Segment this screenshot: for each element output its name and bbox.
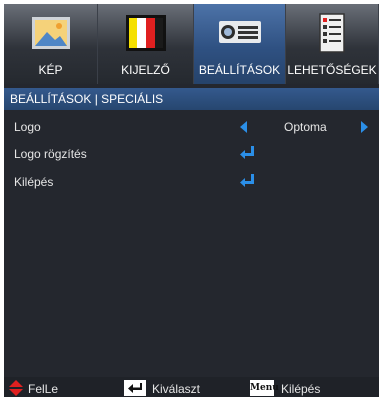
menu-key-icon: Menu	[250, 380, 279, 396]
enter-icon	[240, 174, 254, 187]
menu-row-logo[interactable]: Logo Optoma	[4, 113, 379, 139]
hint-label: Kilépés	[281, 382, 321, 396]
hint-select: Kiválaszt	[124, 380, 224, 396]
enter-key-icon	[124, 380, 146, 396]
tab-label: BEÁLLÍTÁSOK	[198, 63, 281, 77]
tab-beallitasok[interactable]: BEÁLLÍTÁSOK	[194, 4, 286, 84]
row-label: Logo rögzítés	[14, 147, 87, 161]
osd-menu: KÉP KIJELZŐ BEÁLLÍTÁSOK LEHETŐSÉGEK BEÁL…	[4, 4, 379, 397]
footer-hints: FelLe Kiválaszt Menu Kilépés	[4, 377, 379, 397]
tab-kep[interactable]: KÉP	[4, 4, 98, 84]
row-value: Optoma	[284, 120, 327, 134]
hint-label: Kiválaszt	[152, 382, 201, 396]
row-label: Logo	[14, 120, 41, 134]
hint-menu: Menu Kilépés	[250, 380, 360, 396]
tab-label: KIJELZŐ	[121, 63, 170, 77]
arrow-left-icon[interactable]	[240, 121, 247, 133]
display-icon	[125, 15, 166, 51]
breadcrumb: BEÁLLÍTÁSOK | SPECIÁLIS	[4, 88, 379, 110]
tab-bar: KÉP KIJELZŐ BEÁLLÍTÁSOK LEHETŐSÉGEK	[4, 4, 379, 84]
tab-label: KÉP	[38, 63, 63, 77]
row-label: Kilépés	[14, 175, 54, 189]
tab-kijelzo[interactable]: KIJELZŐ	[98, 4, 194, 84]
updown-arrows-icon	[9, 380, 23, 396]
hint-updown: FelLe	[8, 380, 88, 396]
enter-icon	[240, 146, 254, 159]
menu-row-exit[interactable]: Kilépés	[4, 168, 379, 194]
projector-icon	[218, 21, 261, 43]
menu-row-logo-capture[interactable]: Logo rögzítés	[4, 140, 379, 166]
arrow-right-icon[interactable]	[361, 121, 368, 133]
options-icon	[319, 13, 345, 53]
tab-lehetosegek[interactable]: LEHETŐSÉGEK	[286, 4, 379, 84]
tab-label: LEHETŐSÉGEK	[287, 63, 377, 77]
picture-icon	[31, 17, 70, 49]
hint-label: FelLe	[28, 382, 59, 396]
